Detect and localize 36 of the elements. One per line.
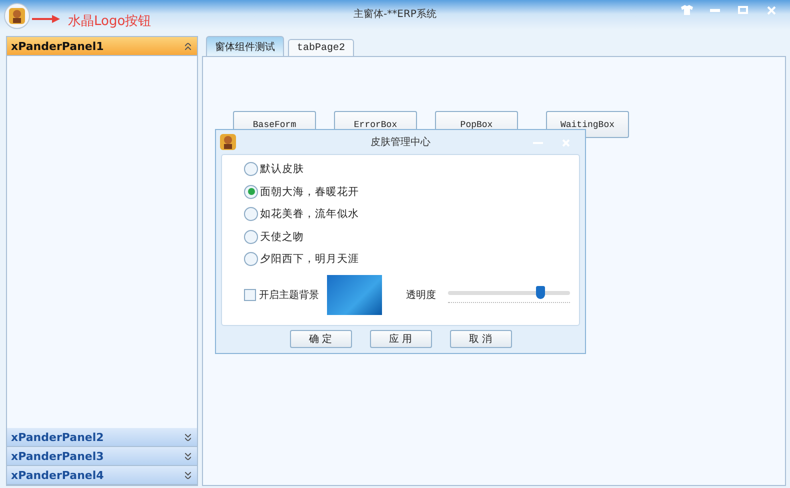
logo-icon — [9, 7, 25, 25]
arrow-icon — [32, 14, 60, 24]
skin-radio[interactable]: 默认皮肤 — [244, 158, 579, 180]
tab[interactable]: 窗体组件测试 — [206, 36, 284, 56]
chevron-down-icon — [185, 452, 191, 460]
dialog-title: 皮肤管理中心 — [370, 136, 430, 149]
maximize-icon — [738, 6, 748, 14]
close-icon — [766, 6, 776, 14]
skin-radio[interactable]: 如花美眷，流年似水 — [244, 203, 579, 226]
window-title: 主窗体-**ERP系统 — [354, 8, 436, 21]
dialog-button[interactable]: 取 消 — [450, 330, 512, 348]
close-icon — [562, 139, 570, 147]
slider-thumb[interactable] — [536, 286, 545, 298]
panel-header[interactable]: xPanderPanel4 — [7, 466, 197, 485]
skin-radio[interactable]: 天使之吻 — [244, 226, 579, 248]
panel-header[interactable]: xPanderPanel2 — [7, 428, 197, 447]
dialog-button[interactable]: 应 用 — [370, 330, 432, 348]
skin-radio[interactable]: 夕阳西下，明月天涯 — [244, 248, 579, 270]
dialog-button[interactable]: 确 定 — [290, 330, 352, 348]
skin-radio[interactable]: 面朝大海，春暖花开 — [244, 180, 579, 203]
opacity-slider[interactable] — [446, 284, 572, 304]
minimize-icon — [710, 8, 720, 12]
checkbox-label: 开启主题背景 — [259, 288, 319, 302]
chevron-down-icon — [185, 434, 191, 440]
opacity-label: 透明度 — [406, 288, 436, 302]
annotation-text: 水晶Logo按钮 — [68, 13, 152, 30]
checkbox[interactable] — [244, 288, 256, 300]
tab[interactable]: tabPage2 — [288, 39, 354, 56]
theme-preview — [327, 274, 382, 314]
shirt-icon — [681, 5, 693, 15]
chevron-up-icon — [185, 42, 191, 50]
logo-icon — [220, 133, 236, 151]
panel-header[interactable]: xPanderPanel3 — [7, 447, 197, 466]
chevron-down-icon — [185, 472, 191, 478]
panel-header[interactable]: xPanderPanel1 — [7, 37, 197, 56]
logo-button[interactable] — [4, 3, 30, 29]
